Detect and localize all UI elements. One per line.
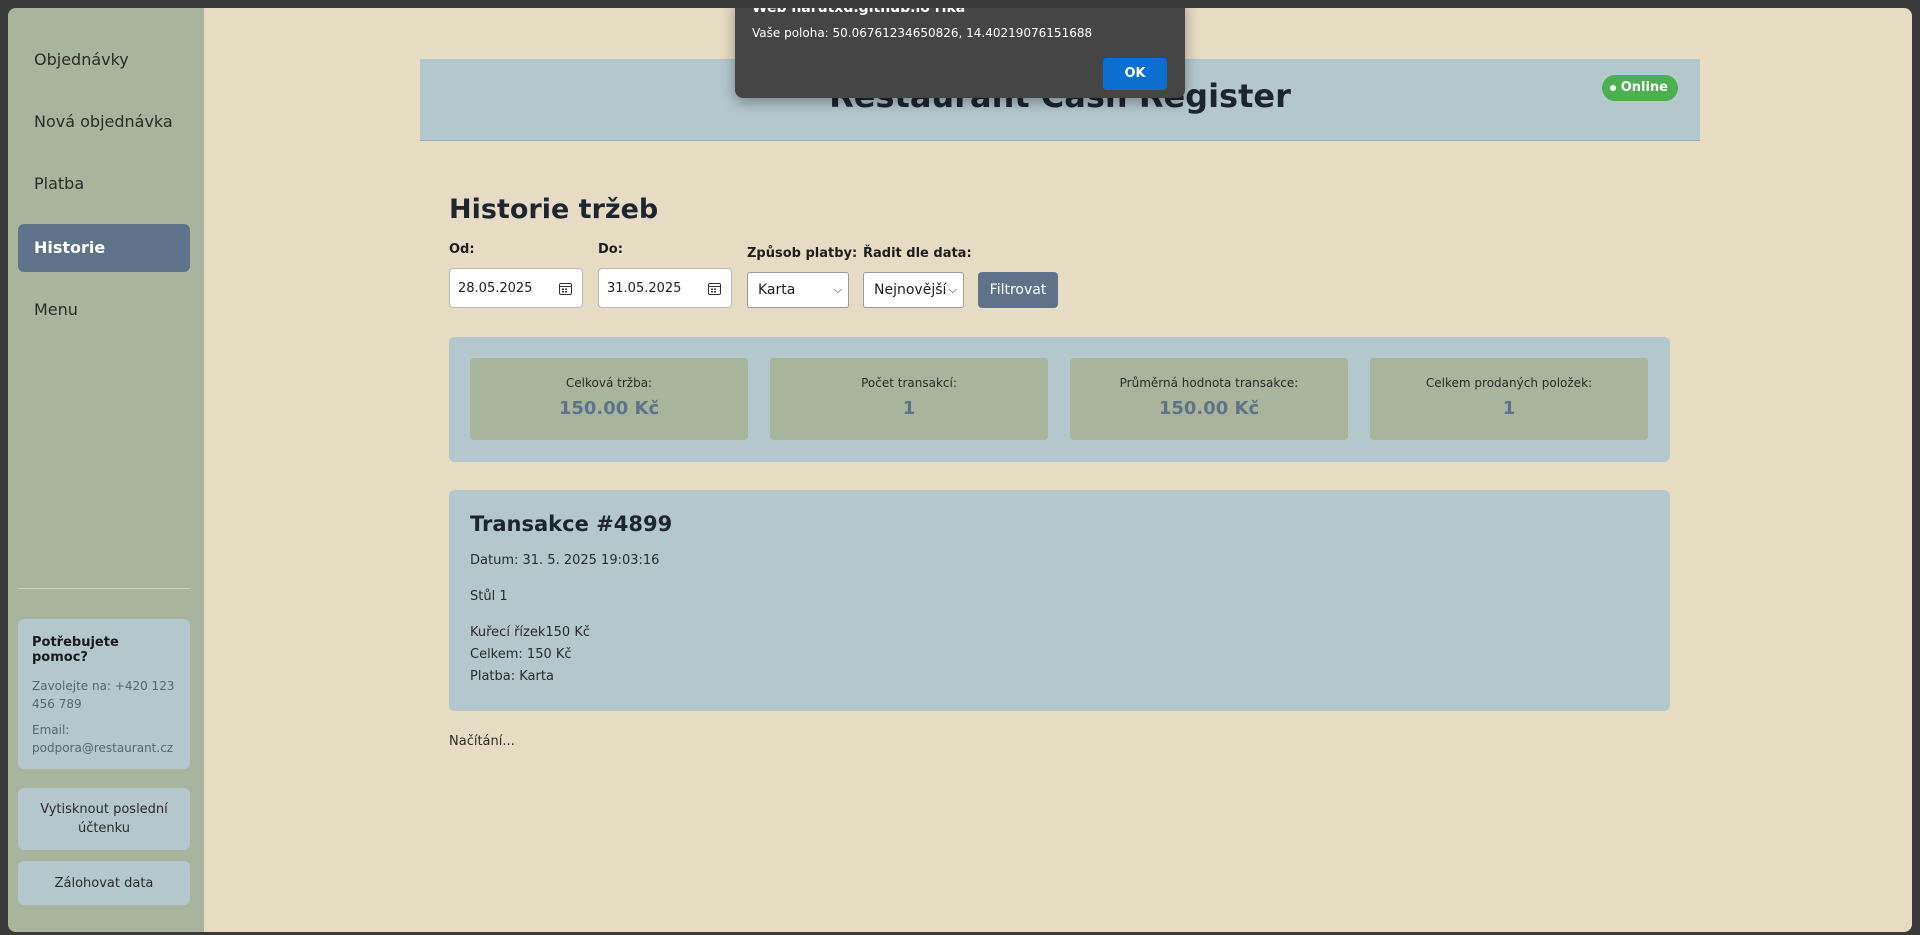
stat-value: 150.00 Kč xyxy=(1158,398,1260,419)
dialog-title: Web narutxd.github.io říká xyxy=(752,8,966,16)
loading-text: Načítání... xyxy=(449,734,515,749)
alert-dialog: Web narutxd.github.io říká Vaše poloha: … xyxy=(735,8,1185,98)
dialog-message: Vaše poloha: 50.06761234650826, 14.40219… xyxy=(752,26,1093,40)
sidebar-item-payment[interactable]: Platba xyxy=(18,160,190,208)
transaction-total: Celkem: 150 Kč xyxy=(470,647,572,662)
from-date-input[interactable]: 28.05.2025 xyxy=(449,268,583,308)
calendar-icon[interactable] xyxy=(708,282,721,295)
dialog-ok-button[interactable]: OK xyxy=(1103,58,1167,90)
stat-label: Průměrná hodnota transakce: xyxy=(1119,376,1299,390)
chevron-down-icon: ⌵ xyxy=(948,283,957,296)
status-badge: Online xyxy=(1601,75,1678,101)
help-box: Potřebujete pomoc? Zavolejte na: +420 12… xyxy=(18,619,190,769)
transaction-title: Transakce #4899 xyxy=(470,512,673,536)
sidebar-item-history[interactable]: Historie xyxy=(18,224,190,272)
app-window: Objednávky Nová objednávka Platba Histor… xyxy=(8,8,1912,932)
sidebar: Objednávky Nová objednávka Platba Histor… xyxy=(8,8,204,932)
transaction-date: Datum: 31. 5. 2025 19:03:16 xyxy=(470,553,660,568)
help-title: Potřebujete pomoc? xyxy=(32,635,119,665)
stat-total-revenue: Celková tržba: 150.00 Kč xyxy=(470,358,748,440)
stat-label: Celková tržba: xyxy=(565,376,653,390)
stat-items-sold: Celkem prodaných položek: 1 xyxy=(1370,358,1648,440)
from-date-value: 28.05.2025 xyxy=(458,280,533,296)
sort-label: Řadit dle data: xyxy=(863,246,972,261)
stat-transaction-count: Počet transakcí: 1 xyxy=(770,358,1048,440)
filter-button[interactable]: Filtrovat xyxy=(978,272,1058,308)
print-receipt-button[interactable]: Vytisknout poslední účtenku xyxy=(18,788,190,850)
transaction-payment: Platba: Karta xyxy=(470,669,554,684)
sidebar-item-orders[interactable]: Objednávky xyxy=(18,36,190,84)
sort-select[interactable]: Nejnovější ⌵ xyxy=(863,272,964,308)
stat-label: Počet transakcí: xyxy=(861,376,957,390)
to-date-input[interactable]: 31.05.2025 xyxy=(598,268,732,308)
payment-method-select[interactable]: Karta ⌵ xyxy=(747,272,849,308)
payment-method-value: Karta xyxy=(758,282,796,298)
stat-value: 1 xyxy=(1502,398,1516,419)
stat-value: 150.00 Kč xyxy=(558,398,660,419)
from-label: Od: xyxy=(449,242,475,257)
page-title: Historie tržeb xyxy=(449,194,659,225)
to-label: Do: xyxy=(598,242,623,257)
sidebar-divider xyxy=(18,588,190,589)
help-phone: Zavolejte na: +420 123 456 789 xyxy=(32,679,175,711)
stat-value: 1 xyxy=(902,398,916,419)
sidebar-item-menu[interactable]: Menu xyxy=(18,286,190,334)
stats-panel: Celková tržba: 150.00 Kč Počet transakcí… xyxy=(449,337,1670,462)
payment-method-label: Způsob platby: xyxy=(747,246,858,261)
backup-data-button[interactable]: Zálohovat data xyxy=(18,861,190,905)
transaction-table: Stůl 1 xyxy=(470,589,508,604)
stat-label: Celkem prodaných položek: xyxy=(1425,376,1593,390)
sort-value: Nejnovější xyxy=(874,282,947,298)
calendar-icon[interactable] xyxy=(559,282,572,295)
online-dot-icon xyxy=(1609,85,1616,91)
transaction-card: Transakce #4899 Datum: 31. 5. 2025 19:03… xyxy=(449,490,1670,711)
sidebar-item-new-order[interactable]: Nová objednávka xyxy=(18,98,190,146)
help-email: Email: podpora@restaurant.cz xyxy=(32,723,174,755)
transaction-item: Kuřecí řízek150 Kč xyxy=(470,625,590,640)
status-label: Online xyxy=(1620,80,1668,95)
chevron-down-icon: ⌵ xyxy=(833,283,842,296)
to-date-value: 31.05.2025 xyxy=(607,280,682,296)
stat-average-value: Průměrná hodnota transakce: 150.00 Kč xyxy=(1070,358,1348,440)
